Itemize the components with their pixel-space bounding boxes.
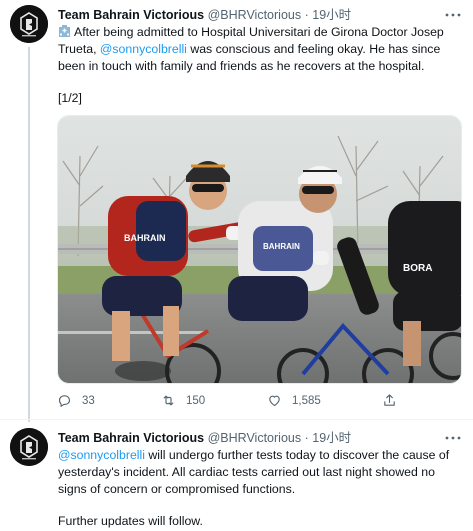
- jersey-text: BORA: [403, 263, 432, 274]
- thread-marker: [1/2]: [58, 91, 82, 106]
- share-button[interactable]: [382, 393, 407, 408]
- avatar[interactable]: [10, 428, 48, 466]
- tweet-2[interactable]: Team Bahrain Victorious @BHRVictorious ·…: [0, 420, 473, 531]
- tweet-text-part: Further updates will follow.: [58, 514, 203, 529]
- tweet-text: After being admitted to Hospital Univers…: [58, 24, 463, 107]
- reply-icon: [58, 395, 71, 407]
- user-handle[interactable]: @BHRVictorious: [208, 431, 302, 445]
- mention-link[interactable]: @sonnycolbrelli: [58, 448, 145, 462]
- tweet-header: Team Bahrain Victorious @BHRVictorious ·…: [58, 7, 351, 23]
- user-handle[interactable]: @BHRVictorious: [208, 8, 302, 22]
- share-icon: [384, 394, 395, 406]
- mention-link[interactable]: @sonnycolbrelli: [100, 42, 187, 56]
- retweet-button[interactable]: 150: [161, 393, 205, 408]
- cyclists-photo: BAHRAIN BAHRAIN BORA: [58, 116, 461, 383]
- more-icon[interactable]: [445, 428, 461, 444]
- hospital-emoji-icon: [59, 25, 70, 37]
- tweet-actions: 33 150 1,585: [57, 393, 462, 413]
- tweet-1[interactable]: Team Bahrain Victorious @BHRVictorious ·…: [0, 0, 473, 422]
- like-count: 1,585: [292, 394, 321, 407]
- jersey-text: BAHRAIN: [263, 242, 300, 251]
- timestamp[interactable]: 19小时: [312, 431, 351, 445]
- display-name[interactable]: Team Bahrain Victorious: [58, 8, 204, 22]
- avatar[interactable]: [10, 5, 48, 43]
- team-logo-icon: [10, 5, 48, 43]
- separator-dot: ·: [304, 431, 309, 445]
- tweet-text: @sonnycolbrelli will undergo further tes…: [58, 447, 463, 530]
- retweet-icon: [163, 395, 174, 406]
- like-button[interactable]: 1,585: [267, 393, 321, 408]
- more-icon[interactable]: [445, 5, 461, 21]
- display-name[interactable]: Team Bahrain Victorious: [58, 431, 204, 445]
- thread-line: [28, 47, 30, 422]
- tweet-photo[interactable]: BAHRAIN BAHRAIN BORA: [57, 115, 462, 384]
- jersey-text: BAHRAIN: [124, 233, 166, 243]
- tweet-header: Team Bahrain Victorious @BHRVictorious ·…: [58, 430, 351, 446]
- retweet-count: 150: [186, 394, 206, 407]
- reply-button[interactable]: 33: [57, 393, 95, 408]
- separator-dot: ·: [304, 8, 309, 22]
- team-logo-icon: [10, 428, 48, 466]
- like-icon: [269, 395, 280, 407]
- reply-count: 33: [82, 394, 95, 407]
- timestamp[interactable]: 19小时: [312, 8, 351, 22]
